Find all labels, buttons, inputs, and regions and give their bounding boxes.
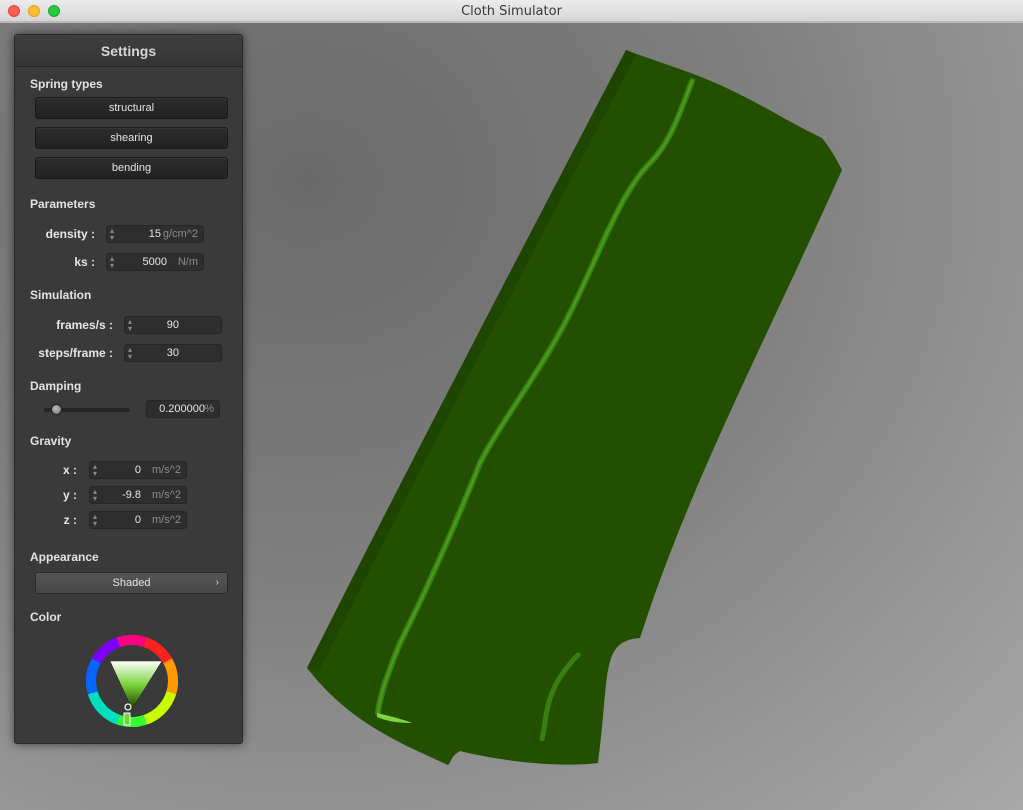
spinner-arrows-icon[interactable]: ▴ ▾ — [93, 463, 97, 478]
spinner-arrows-icon[interactable]: ▴ ▾ — [128, 346, 132, 361]
gravity-x-input[interactable]: ▴ ▾ 0 m/s^2 — [89, 461, 187, 479]
hue-marker-icon — [123, 712, 131, 726]
fps-input[interactable]: ▴ ▾ 90 — [124, 316, 222, 334]
appearance-dropdown[interactable]: Shaded › — [35, 572, 228, 594]
steps-input[interactable]: ▴ ▾ 30 — [124, 344, 222, 362]
damping-slider-handle[interactable] — [51, 404, 62, 415]
spinner-arrows-icon[interactable]: ▴ ▾ — [128, 318, 132, 333]
damping-value-box[interactable]: 0.200000 % — [146, 400, 220, 418]
parameters-heading: Parameters — [30, 197, 96, 211]
shearing-button[interactable]: shearing — [35, 127, 228, 149]
spring-types-heading: Spring types — [30, 77, 103, 91]
gravity-z-label: z : — [63, 513, 77, 527]
gravity-x-label: x : — [62, 463, 77, 477]
color-wheel-picker[interactable] — [86, 635, 178, 727]
color-heading: Color — [30, 610, 62, 624]
ks-label: ks : — [74, 255, 95, 269]
gravity-heading: Gravity — [30, 434, 72, 448]
gravity-y-label: y : — [62, 488, 77, 502]
gravity-y-input[interactable]: ▴ ▾ -9.8 m/s^2 — [89, 486, 187, 504]
simulation-heading: Simulation — [30, 288, 92, 302]
appearance-heading: Appearance — [30, 550, 99, 564]
window-title: Cloth Simulator — [461, 4, 562, 19]
color-triangle — [109, 660, 163, 710]
settings-panel: Settings Spring types structural shearin… — [14, 34, 243, 744]
ks-input[interactable]: ▴ ▾ 5000 N/m — [106, 253, 204, 271]
bending-button[interactable]: bending — [35, 157, 228, 179]
gravity-z-input[interactable]: ▴ ▾ 0 m/s^2 — [89, 511, 187, 529]
spinner-arrows-icon[interactable]: ▴ ▾ — [93, 488, 97, 503]
spinner-arrows-icon[interactable]: ▴ ▾ — [93, 513, 97, 528]
color-selector-icon — [124, 703, 132, 711]
chevron-right-icon: › — [215, 577, 219, 588]
spinner-arrows-icon[interactable]: ▴ ▾ — [110, 227, 114, 242]
panel-title: Settings — [15, 35, 242, 67]
structural-button[interactable]: structural — [35, 97, 228, 119]
density-input[interactable]: ▴ ▾ 15 g/cm^2 — [106, 225, 204, 243]
steps-label: steps/frame : — [38, 346, 113, 360]
spinner-arrows-icon[interactable]: ▴ ▾ — [110, 255, 114, 270]
damping-heading: Damping — [30, 379, 82, 393]
fps-label: frames/s : — [56, 318, 113, 332]
appearance-selected-value: Shaded — [112, 577, 151, 589]
density-label: density : — [45, 227, 95, 241]
window-titlebar: Cloth Simulator — [0, 0, 1023, 22]
